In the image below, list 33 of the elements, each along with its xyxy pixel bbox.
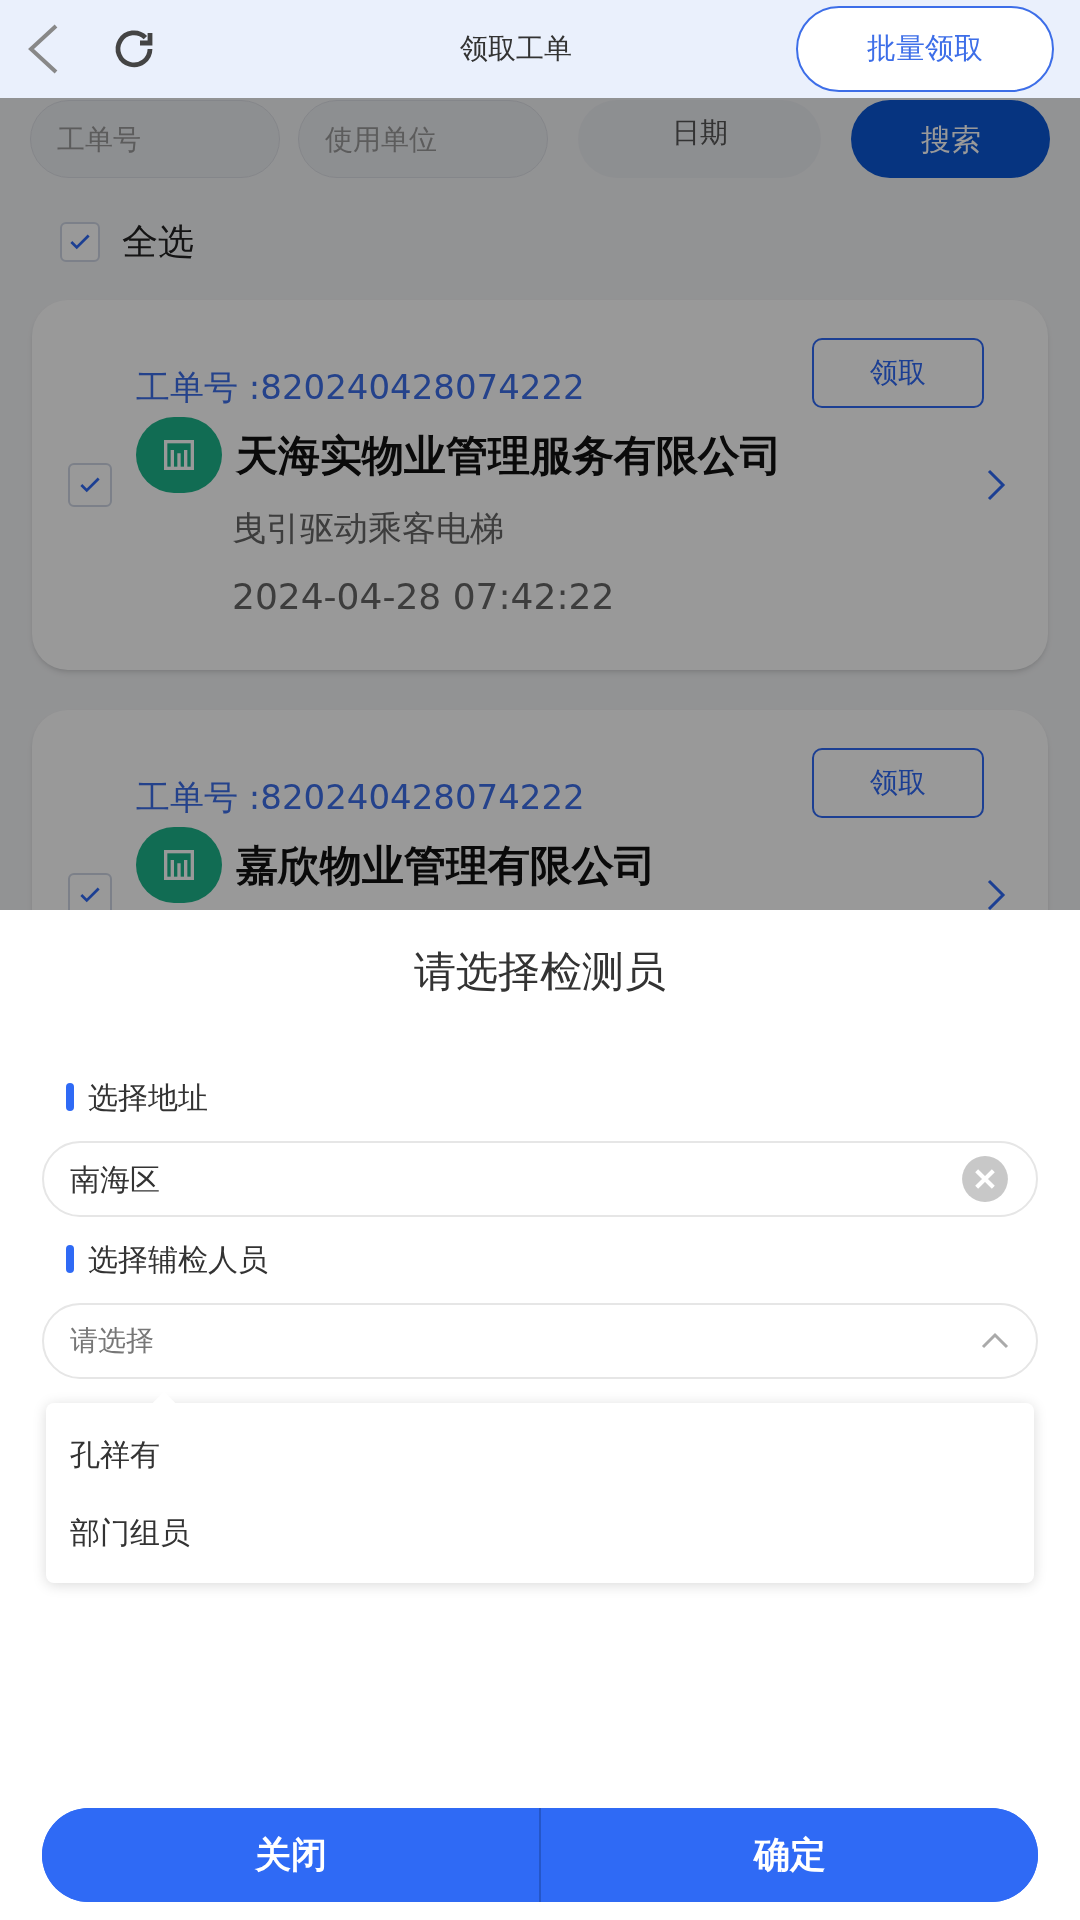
dropdown-option[interactable]: 部门组员 <box>46 1493 1034 1571</box>
search-button[interactable]: 搜索 <box>851 100 1050 178</box>
section-marker <box>66 1245 74 1273</box>
sheet-title: 请选择检测员 <box>414 946 666 998</box>
chevron-up-icon <box>980 1331 1010 1351</box>
company-name: 天海实物业管理服务有限公司 <box>236 429 782 482</box>
section-label: 选择地址 <box>88 1078 208 1117</box>
back-icon[interactable] <box>26 23 60 75</box>
checkbox[interactable] <box>60 222 100 262</box>
claim-button[interactable]: 领取 <box>812 748 984 818</box>
order-number: 工单号 :820240428074222 <box>136 776 585 819</box>
section-label: 选择辅检人员 <box>88 1240 268 1279</box>
elevator-type: 曳引驱动乘客电梯 <box>232 507 505 550</box>
order-time: 2024-04-28 07:42:22 <box>232 575 616 619</box>
date-field[interactable]: 日期 <box>578 100 822 178</box>
claim-button[interactable]: 领取 <box>812 338 984 408</box>
select-placeholder: 请选择 <box>70 1323 154 1359</box>
inspector-select[interactable]: 请选择 <box>42 1303 1038 1379</box>
order-number: 工单号 :820240428074222 <box>136 366 585 409</box>
select-all-label[interactable]: 全选 <box>122 215 194 269</box>
order-card[interactable]: 工单号 :820240428074222 领取 天海实物业管理服务有限公司 曳引驱动乘客电梯 2024-04-28 07:42:22 <box>32 300 1048 670</box>
dim-overlay[interactable] <box>0 98 1080 910</box>
page-title: 领取工单 <box>460 31 572 67</box>
order-card[interactable]: 工单号 :820240428074222 领取 嘉欣物业管理有限公司 <box>32 710 1048 910</box>
dropdown-option[interactable]: 孔祥有 <box>46 1415 1034 1493</box>
section-marker <box>66 1083 74 1111</box>
checkbox[interactable] <box>68 463 112 507</box>
checkbox[interactable] <box>68 873 112 910</box>
address-field[interactable]: 南海区 <box>42 1141 1038 1217</box>
company-name: 嘉欣物业管理有限公司 <box>236 839 656 892</box>
sheet-button[interactable]: 确定 <box>539 1808 1038 1902</box>
batch-claim-button[interactable]: 批量领取 <box>796 6 1054 92</box>
address-value: 南海区 <box>70 1160 160 1199</box>
